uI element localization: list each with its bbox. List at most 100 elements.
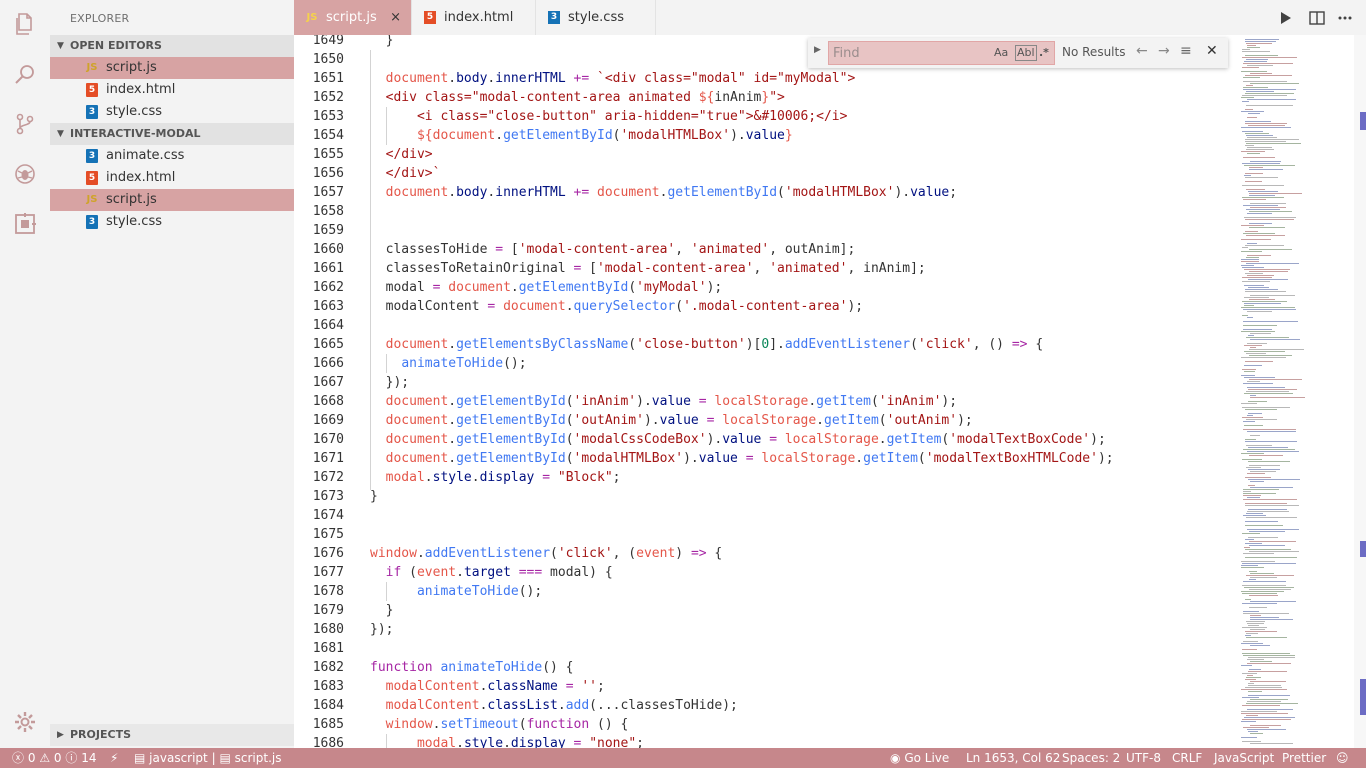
open-editors-label: OPEN EDITORS [70, 39, 162, 52]
settings-gear-icon[interactable] [13, 710, 37, 734]
tab-label: script.js [326, 10, 377, 25]
lightning-icon[interactable]: ⚡ [110, 748, 118, 768]
code-line[interactable]: 1671 document.getElementById('modalHTMLB… [294, 449, 1237, 468]
line-ending[interactable]: CRLF [1172, 748, 1202, 768]
extensions-icon[interactable] [13, 212, 37, 236]
code-line[interactable]: 1673} [294, 487, 1237, 506]
file-label: index.html [106, 82, 176, 97]
search-icon[interactable] [13, 62, 37, 86]
code-line[interactable]: 1667 }); [294, 373, 1237, 392]
code-line[interactable]: 1657 document.body.innerHTML += document… [294, 183, 1237, 202]
minimap-line [1245, 273, 1263, 274]
close-icon[interactable]: × [390, 0, 401, 35]
file-index-html[interactable]: 5 index.html [50, 167, 294, 189]
open-editors-section[interactable]: ▼ OPEN EDITORS [50, 35, 294, 57]
code-line[interactable]: 1670 document.getElementById('modalCssCo… [294, 430, 1237, 449]
project-section[interactable]: ▼ INTERACTIVE-MODAL [50, 123, 294, 145]
close-icon[interactable]: ✕ [1206, 43, 1218, 59]
projects-section[interactable]: ▶ PROJECTS [50, 724, 294, 746]
code-line[interactable]: 1662 modal = document.getElementById('my… [294, 278, 1237, 297]
code-line[interactable]: 1686 modal.style.display = "none"; [294, 734, 1237, 748]
formatter[interactable]: Prettier [1282, 748, 1326, 768]
code-line[interactable]: 1678 animateToHide(); [294, 582, 1237, 601]
language-mode[interactable]: JavaScript [1214, 748, 1274, 768]
code-line[interactable]: 1674 [294, 506, 1237, 525]
tab-index-html[interactable]: 5 index.html [412, 0, 536, 35]
code-line[interactable]: 1680}); [294, 620, 1237, 639]
code-line[interactable]: 1652 <div class="modal-content-area anim… [294, 88, 1237, 107]
code-line[interactable]: 1675 [294, 525, 1237, 544]
code-line[interactable]: 1656 </div>` [294, 164, 1237, 183]
line-number: 1663 [312, 299, 344, 314]
minimap-line [1246, 105, 1293, 106]
minimap[interactable] [1237, 35, 1354, 748]
open-editor-index-html[interactable]: 5 index.html [50, 79, 294, 101]
code-line[interactable]: 1651 document.body.innerHTML += `<div cl… [294, 69, 1237, 88]
code-line[interactable]: 1672 modal.style.display = "Block"; [294, 468, 1237, 487]
problems-indicator[interactable]: ⓧ 0 ⚠ 0 ⓘ 14 [12, 748, 97, 768]
code-line[interactable]: 1677 if (event.target === modal) { [294, 563, 1237, 582]
find-input-box[interactable]: Aa Abl .* [828, 41, 1055, 65]
file-script-js[interactable]: JS script.js [50, 189, 294, 211]
code-line[interactable]: 1655 </div> [294, 145, 1237, 164]
arrow-up-icon[interactable]: ← [1136, 43, 1148, 59]
minimap-line [1246, 43, 1272, 44]
cursor-position[interactable]: Ln 1653, Col 62 [966, 748, 1060, 768]
code-line[interactable]: 1661 classesToRetainOriginal = ['modal-c… [294, 259, 1237, 278]
smiley-icon[interactable]: ☺ [1336, 748, 1349, 768]
find-in-selection-icon[interactable]: ≡ [1180, 43, 1192, 59]
chevron-right-icon: ▶ [57, 730, 64, 740]
minimap-line [1245, 39, 1279, 40]
code-line[interactable]: 1663 modalContent = document.querySelect… [294, 297, 1237, 316]
code-text: </div>` [385, 166, 441, 181]
code-line[interactable]: 1654 ${document.getElementById('modalHTM… [294, 126, 1237, 145]
tab-style-css[interactable]: 3 style.css [536, 0, 656, 35]
arrow-down-icon[interactable]: → [1158, 43, 1170, 59]
minimap-line [1245, 141, 1286, 142]
code-line[interactable]: 1676 window.addEventListener('click', (ev… [294, 544, 1237, 563]
encoding[interactable]: UTF-8 [1126, 748, 1161, 768]
code-line[interactable]: 1666 animateToHide(); [294, 354, 1237, 373]
minimap-line [1241, 225, 1264, 226]
code-line[interactable]: 1660 classesToHide = ['modal-content-are… [294, 240, 1237, 259]
css-file-icon: 3 [86, 215, 98, 229]
code-line[interactable]: 1665 document.getElementsByClassName('cl… [294, 335, 1237, 354]
open-editor-style-css[interactable]: 3 style.css [50, 101, 294, 123]
split-editor-icon[interactable] [1308, 9, 1326, 27]
code-line[interactable]: 1659 [294, 221, 1237, 240]
file-style-css[interactable]: 3 style.css [50, 211, 294, 233]
regex-icon[interactable]: .* [1039, 45, 1049, 61]
minimap-line [1249, 379, 1302, 380]
minimap-line [1250, 573, 1274, 574]
code-editor[interactable]: 1649 } 1650 1651 document.body.innerHTML +… [294, 35, 1237, 748]
debug-icon[interactable] [13, 162, 37, 186]
chevron-right-icon[interactable]: ▶ [814, 45, 821, 55]
whole-word-icon[interactable]: Abl [1015, 45, 1037, 61]
tab-script-js[interactable]: JS script.js × [294, 0, 412, 35]
code-line[interactable]: 1658 [294, 202, 1237, 221]
code-line[interactable]: 1668 document.getElementById('inAnim').v… [294, 392, 1237, 411]
run-icon[interactable] [1276, 9, 1294, 27]
code-line[interactable]: 1684 modalContent.classList.add(...class… [294, 696, 1237, 715]
code-line[interactable]: 1653 <i class="close-button" aria-hidden… [294, 107, 1237, 126]
file-animate-css[interactable]: 3 animate.css [50, 145, 294, 167]
source-control-icon[interactable] [13, 112, 37, 136]
go-live-button[interactable]: ◉ Go Live [890, 748, 949, 768]
open-editor-script-js[interactable]: JS script.js [50, 57, 294, 79]
match-case-icon[interactable]: Aa [994, 45, 1008, 61]
tab-label: style.css [568, 10, 624, 25]
minimap-line [1242, 101, 1249, 102]
code-line[interactable]: 1664 [294, 316, 1237, 335]
code-line[interactable]: 1669 document.getElementById('outAnim').… [294, 411, 1237, 430]
files-icon[interactable] [13, 12, 37, 36]
breadcrumb[interactable]: ▤ javascript | ▤ script.js [134, 748, 281, 768]
code-line[interactable]: 1682 function animateToHide() { [294, 658, 1237, 677]
code-line[interactable]: 1683 modalContent.className = ''; [294, 677, 1237, 696]
code-line[interactable]: 1681 [294, 639, 1237, 658]
code-line[interactable]: 1679 } [294, 601, 1237, 620]
indentation[interactable]: Spaces: 2 [1062, 748, 1120, 768]
vertical-scrollbar[interactable] [1354, 35, 1366, 748]
find-input[interactable] [833, 44, 993, 62]
code-line[interactable]: 1685 window.setTimeout(function () { [294, 715, 1237, 734]
more-icon[interactable] [1336, 9, 1354, 27]
